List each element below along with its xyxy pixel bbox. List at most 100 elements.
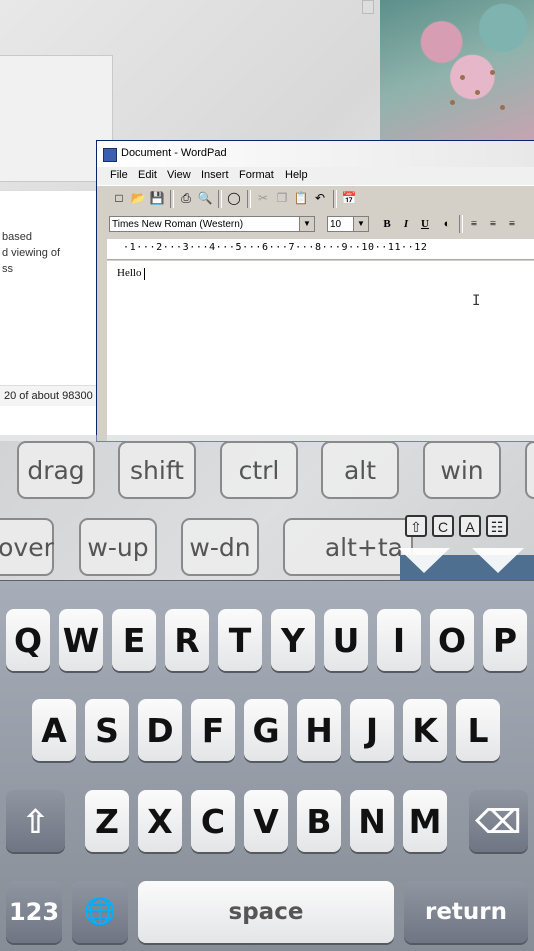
- menu-insert[interactable]: Insert: [201, 169, 229, 181]
- format-toolbar: Times New Roman (Western) ▼ 10 ▼ B I U ◐…: [97, 213, 534, 237]
- wallpaper-dot: [490, 70, 495, 75]
- key-v[interactable]: V: [244, 790, 288, 852]
- background-scrollbar[interactable]: [362, 0, 374, 14]
- standard-toolbar: □ 📂 💾 ⎙ 🔍 ◯ ✂ ❐ 📋 ↶ 📅: [97, 185, 534, 212]
- undo-icon[interactable]: ↶: [312, 190, 328, 206]
- key-u[interactable]: U: [324, 609, 368, 671]
- key-d[interactable]: D: [138, 699, 182, 761]
- menu-file[interactable]: File: [110, 169, 128, 181]
- wordpad-window[interactable]: Document - WordPad File Edit View Insert…: [96, 140, 534, 442]
- key-n[interactable]: N: [350, 790, 394, 852]
- font-size-select[interactable]: 10 ▼: [327, 216, 369, 232]
- mode-icons: ⇧ C A ☷: [405, 515, 509, 539]
- shift-mode-icon[interactable]: ⇧: [405, 515, 427, 537]
- chevron-down-icon[interactable]: ▼: [353, 217, 368, 231]
- document-text: Hello: [117, 267, 142, 279]
- paste-icon[interactable]: 📋: [293, 190, 309, 206]
- key-m[interactable]: M: [403, 790, 447, 852]
- underline-button[interactable]: U: [417, 216, 433, 232]
- key-b[interactable]: B: [297, 790, 341, 852]
- window-up-key[interactable]: w-up: [79, 518, 157, 576]
- menu-format[interactable]: Format: [239, 169, 274, 181]
- ctrl-key[interactable]: ctrl: [220, 441, 298, 499]
- find-icon[interactable]: ◯: [226, 190, 242, 206]
- italic-button[interactable]: I: [398, 216, 414, 232]
- ruler-marks: ·1···2···3···4···5···6···7···8···9··10··…: [123, 242, 428, 253]
- document-area[interactable]: Hello I: [107, 261, 534, 441]
- key-a[interactable]: A: [32, 699, 76, 761]
- key-t[interactable]: T: [218, 609, 262, 671]
- globe-icon[interactable]: 🌐: [72, 881, 128, 943]
- win-key[interactable]: win: [423, 441, 501, 499]
- key-q[interactable]: Q: [6, 609, 50, 671]
- align-center-icon[interactable]: ≡: [485, 216, 501, 232]
- menu-bar: File Edit View Insert Format Help: [97, 167, 534, 185]
- bold-button[interactable]: B: [379, 216, 395, 232]
- search-results-count: 20 of about 98300: [0, 385, 104, 406]
- wordpad-icon: [103, 148, 117, 162]
- return-key[interactable]: return: [404, 881, 528, 943]
- wallpaper-dot: [450, 100, 455, 105]
- key-r[interactable]: R: [165, 609, 209, 671]
- key-k[interactable]: K: [403, 699, 447, 761]
- key-o[interactable]: O: [430, 609, 474, 671]
- font-name-value: Times New Roman (Western): [112, 219, 244, 230]
- snippet-line: ss: [2, 263, 13, 275]
- menu-help[interactable]: Help: [285, 169, 308, 181]
- menu-edit[interactable]: Edit: [138, 169, 157, 181]
- window-title: Document - WordPad: [121, 147, 227, 159]
- font-size-value: 10: [330, 219, 342, 230]
- more-keys-partial[interactable]: [525, 441, 534, 499]
- numbers-key[interactable]: 123: [6, 881, 62, 943]
- hover-key[interactable]: over: [0, 518, 54, 576]
- scroll-down-arrow-icon[interactable]: [398, 548, 450, 573]
- windows-mode-icon[interactable]: ☷: [486, 515, 508, 537]
- ruler[interactable]: ·1···2···3···4···5···6···7···8···9··10··…: [107, 239, 534, 260]
- color-palette-icon[interactable]: ◐: [439, 216, 455, 232]
- key-c[interactable]: C: [191, 790, 235, 852]
- title-bar[interactable]: Document - WordPad: [97, 141, 534, 167]
- key-e[interactable]: E: [112, 609, 156, 671]
- menu-view[interactable]: View: [167, 169, 191, 181]
- new-icon[interactable]: □: [111, 190, 127, 206]
- align-left-icon[interactable]: ≡: [466, 216, 482, 232]
- wallpaper-dot: [500, 105, 505, 110]
- ctrl-mode-icon[interactable]: C: [432, 515, 454, 537]
- open-icon[interactable]: 📂: [130, 190, 146, 206]
- toolbar-divider: [247, 190, 251, 208]
- key-l[interactable]: L: [456, 699, 500, 761]
- shift-key[interactable]: shift: [118, 441, 196, 499]
- snippet-line: based: [2, 231, 32, 243]
- drag-key[interactable]: drag: [17, 441, 95, 499]
- key-x[interactable]: X: [138, 790, 182, 852]
- copy-icon[interactable]: ❐: [274, 190, 290, 206]
- insert-datetime-icon[interactable]: 📅: [341, 190, 357, 206]
- window-down-key[interactable]: w-dn: [181, 518, 259, 576]
- key-p[interactable]: P: [483, 609, 527, 671]
- space-key[interactable]: space: [138, 881, 394, 943]
- alt-key[interactable]: alt: [321, 441, 399, 499]
- text-caret: [144, 268, 145, 280]
- chevron-down-icon[interactable]: ▼: [299, 217, 314, 231]
- key-h[interactable]: H: [297, 699, 341, 761]
- scroll-down-arrow-icon[interactable]: [472, 548, 524, 573]
- key-w[interactable]: W: [59, 609, 103, 671]
- font-name-select[interactable]: Times New Roman (Western) ▼: [109, 216, 315, 232]
- backspace-key[interactable]: ⌫: [469, 790, 528, 852]
- print-icon[interactable]: ⎙: [178, 190, 194, 206]
- cut-icon[interactable]: ✂: [255, 190, 271, 206]
- print-preview-icon[interactable]: 🔍: [197, 190, 213, 206]
- key-g[interactable]: G: [244, 699, 288, 761]
- save-icon[interactable]: 💾: [149, 190, 165, 206]
- align-right-icon[interactable]: ≡: [504, 216, 520, 232]
- key-y[interactable]: Y: [271, 609, 315, 671]
- key-i[interactable]: I: [377, 609, 421, 671]
- key-s[interactable]: S: [85, 699, 129, 761]
- alt-mode-icon[interactable]: A: [459, 515, 481, 537]
- key-j[interactable]: J: [350, 699, 394, 761]
- key-f[interactable]: F: [191, 699, 235, 761]
- key-z[interactable]: Z: [85, 790, 129, 852]
- alt-tab-key[interactable]: alt+ta: [283, 518, 413, 576]
- shift-key-ios[interactable]: ⇧: [6, 790, 65, 852]
- snippet-line: d viewing of: [2, 247, 61, 259]
